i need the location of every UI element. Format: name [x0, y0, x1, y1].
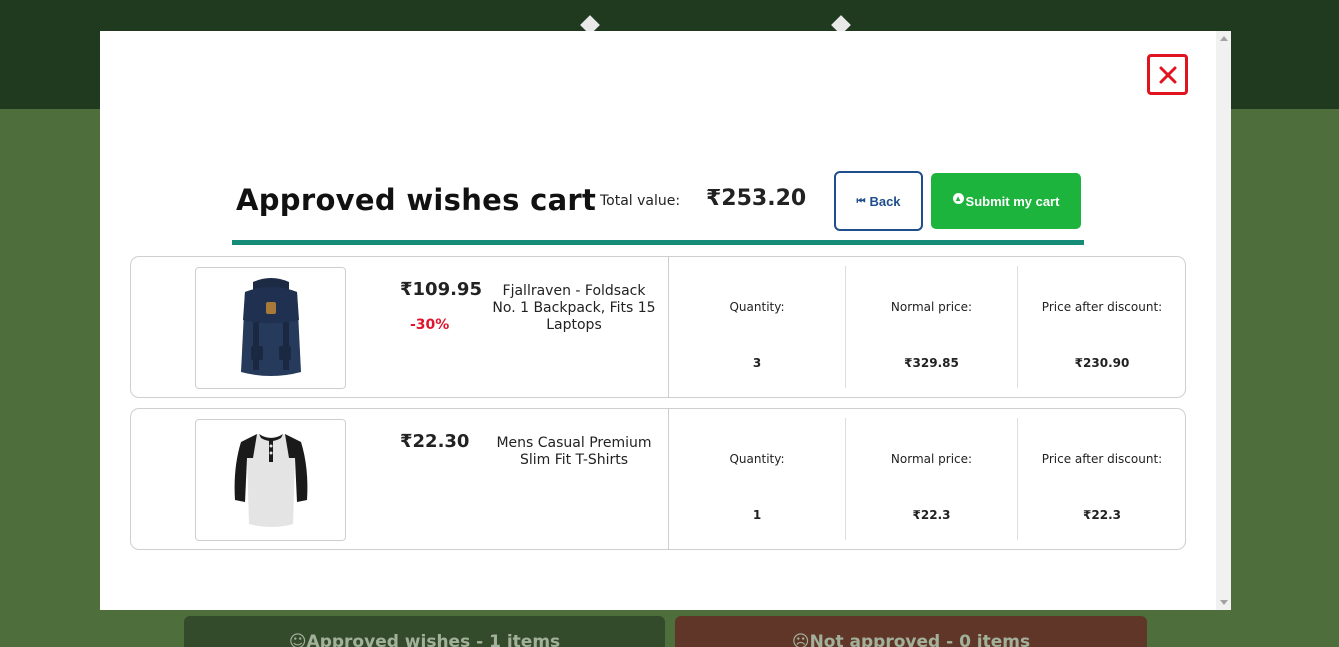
cart-item-row: ₹109.95 -30% Fjallraven - Foldsack No. 1…: [130, 256, 1186, 398]
quantity-label: Quantity:: [729, 452, 785, 466]
tab-approved-wishes[interactable]: ☺Approved wishes - 1 items: [184, 616, 665, 647]
scroll-down-arrow-icon[interactable]: [1220, 600, 1228, 605]
discount-price-value: ₹22.3: [1083, 508, 1121, 522]
quantity-cell: Quantity: 3: [669, 257, 845, 397]
close-button[interactable]: [1147, 54, 1188, 95]
item-price: ₹109.95: [400, 279, 482, 300]
discount-price-label: Price after discount:: [1041, 452, 1163, 466]
cart-title: Approved wishes cart: [236, 183, 597, 217]
discount-price-cell: Price after discount: ₹230.90: [1018, 257, 1186, 397]
product-image: [195, 419, 346, 541]
back-button-label: Back: [869, 193, 901, 209]
normal-price-value: ₹22.3: [912, 508, 951, 522]
cart-item-row: ₹22.30 Mens Casual Premium Slim Fit T-Sh…: [130, 408, 1186, 550]
normal-price-cell: Normal price: ₹329.85: [846, 257, 1017, 397]
item-name: Mens Casual Premium Slim Fit T-Shirts: [496, 435, 652, 468]
discount-price-label: Price after discount:: [1041, 300, 1163, 314]
quantity-cell: Quantity: 1: [669, 409, 845, 549]
normal-price-label: Normal price:: [890, 300, 973, 314]
close-icon: [1159, 66, 1176, 83]
item-price: ₹22.30: [400, 431, 470, 452]
tab-not-approved[interactable]: ☹Not approved - 0 items: [675, 616, 1147, 647]
modal-scrollbar[interactable]: [1216, 31, 1231, 610]
product-image: [195, 267, 346, 389]
quantity-label: Quantity:: [729, 300, 785, 314]
total-value-label: Total value:: [600, 193, 681, 209]
item-discount: -30%: [410, 317, 450, 333]
discount-price-cell: Price after discount: ₹22.3: [1018, 409, 1186, 549]
tshirt-icon: [234, 434, 307, 527]
normal-price-label: Normal price:: [890, 452, 973, 466]
submit-cart-button[interactable]: ▲ Submit my cart: [931, 173, 1081, 229]
discount-price-value: ₹230.90: [1074, 356, 1130, 370]
title-underline: [232, 240, 1084, 245]
back-arrow-icon: ⏮: [856, 195, 866, 207]
submit-button-label: Submit my cart: [965, 193, 1060, 209]
chevron-up-circle-icon: ▲: [952, 192, 964, 204]
total-value: ₹253.20: [706, 186, 807, 211]
back-button[interactable]: ⏮ Back: [834, 171, 923, 231]
item-name: Fjallraven - Foldsack No. 1 Backpack, Fi…: [492, 283, 656, 333]
cart-modal: Approved wishes cart Total value: ₹253.2…: [100, 31, 1231, 610]
backpack-icon: [240, 278, 301, 376]
quantity-value: 1: [752, 508, 762, 522]
normal-price-value: ₹329.85: [904, 356, 959, 370]
normal-price-cell: Normal price: ₹22.3: [846, 409, 1017, 549]
scroll-up-arrow-icon[interactable]: [1220, 36, 1228, 41]
quantity-value: 3: [752, 356, 762, 370]
